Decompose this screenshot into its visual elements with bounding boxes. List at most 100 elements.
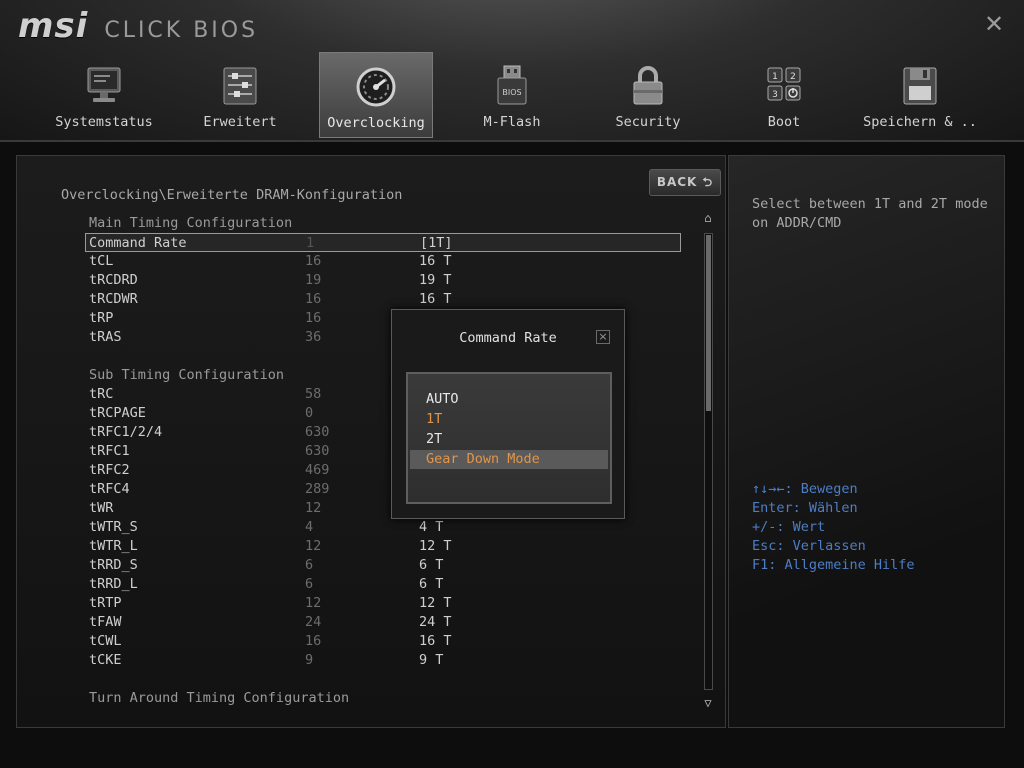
setting-value[interactable]: 12 T [419, 537, 452, 556]
scroll-down-icon[interactable]: ▽ [701, 696, 715, 710]
setting-current-value: 630 [305, 443, 330, 459]
tab-label: Systemstatus [55, 114, 153, 130]
setting-row-trtp[interactable]: tRTP 12 12 T [89, 594, 681, 613]
back-button-label: BACK [656, 175, 698, 189]
help-panel: Select between 1T and 2T mode on ADDR/CM… [728, 155, 1005, 728]
key-legend: ↑↓→←: Bewegen Enter: Wählen +/-: Wert Esc: … [752, 480, 915, 575]
tab-m-flash[interactable]: BIOS M-Flash [455, 52, 569, 138]
setting-current-value: 16 [305, 310, 322, 326]
tab-erweitert[interactable]: Erweitert [183, 52, 297, 138]
section-heading: Turn Around Timing Configuration [89, 689, 681, 708]
setting-current-value: 58 [305, 386, 322, 402]
back-button[interactable]: BACK ⮌ [649, 169, 721, 196]
section-title: Turn Around Timing Configuration [89, 690, 350, 706]
section-heading: Main Timing Configuration [89, 214, 681, 233]
setting-value[interactable]: 9 T [419, 651, 443, 670]
key-hint: F1: Allgemeine Hilfe [752, 557, 915, 573]
scroll-up-icon[interactable]: ⌂ [701, 211, 715, 225]
tab-overclocking[interactable]: Overclocking [319, 52, 433, 138]
setting-value[interactable]: 12 T [419, 594, 452, 613]
setting-name: tCKE [89, 652, 122, 668]
setting-value[interactable]: 19 T [419, 271, 452, 290]
setting-name: tRTP [89, 595, 122, 611]
key-hint: Esc: Verlassen [752, 538, 866, 554]
setting-name: tWR [89, 500, 114, 516]
option-auto[interactable]: AUTO [410, 390, 608, 409]
tab-label: Speichern & .. [863, 114, 977, 130]
setting-current-value: 24 [305, 614, 322, 630]
breadcrumb: Overclocking\Erweiterte DRAM-Konfigurati… [61, 187, 403, 203]
setting-current-value: 36 [305, 329, 322, 345]
setting-value[interactable]: 16 T [419, 252, 452, 271]
setting-row-trcdrd[interactable]: tRCDRD 19 19 T [89, 271, 681, 290]
main-tabs: Systemstatus Erweitert Overclocking BIOS M-F… [0, 52, 1024, 138]
tab-label: M-Flash [483, 114, 541, 130]
setting-current-value: 16 [305, 633, 322, 649]
scrollbar-thumb[interactable] [706, 235, 711, 411]
floppy-disk-icon [903, 67, 937, 105]
section-title: Main Timing Configuration [89, 215, 293, 231]
setting-current-value: 12 [305, 538, 322, 554]
setting-name: tRRD_S [89, 557, 138, 573]
option-1t[interactable]: 1T [410, 410, 608, 429]
setting-value[interactable]: 6 T [419, 556, 443, 575]
setting-current-value: 12 [305, 595, 322, 611]
setting-row-twtr-l[interactable]: tWTR_L 12 12 T [89, 537, 681, 556]
usb-bios-icon: BIOS [497, 65, 527, 105]
setting-name: tRFC2 [89, 462, 130, 478]
setting-row-command-rate[interactable]: Command Rate 1 [1T] [85, 233, 681, 252]
setting-value[interactable]: 4 T [419, 518, 443, 537]
tab-label: Overclocking [327, 115, 425, 131]
setting-current-value: 469 [305, 462, 330, 478]
setting-current-value: 0 [305, 405, 314, 421]
setting-name: tRC [89, 386, 114, 402]
scrollbar-track[interactable] [704, 233, 713, 690]
help-description: Select between 1T and 2T mode on ADDR/CM… [752, 196, 988, 231]
setting-current-value: 6 [305, 557, 314, 573]
setting-current-value: 289 [305, 481, 330, 497]
setting-row-trcdwr[interactable]: tRCDWR 16 16 T [89, 290, 681, 309]
svg-text:3: 3 [772, 90, 778, 100]
setting-name: tWTR_L [89, 538, 138, 554]
setting-row-tcke[interactable]: tCKE 9 9 T [89, 651, 681, 670]
tab-label: Boot [767, 114, 801, 130]
tab-systemstatus[interactable]: Systemstatus [47, 52, 161, 138]
setting-name: tRFC1/2/4 [89, 424, 163, 440]
setting-name: tFAW [89, 614, 122, 630]
setting-row-trrd-l[interactable]: tRRD_L 6 6 T [89, 575, 681, 594]
setting-name: tRFC4 [89, 481, 130, 497]
setting-value[interactable]: [1T] [420, 234, 453, 253]
setting-name: Command Rate [89, 235, 187, 251]
msi-logo: msi [18, 6, 89, 46]
option-2t[interactable]: 2T [410, 430, 608, 449]
option-list: AUTO 1T 2T Gear Down Mode [406, 372, 612, 504]
tab-speichern[interactable]: Speichern & .. [863, 52, 977, 138]
speedometer-icon [356, 67, 396, 107]
option-gear-down-mode[interactable]: Gear Down Mode [410, 450, 608, 469]
tab-boot[interactable]: 1 2 3 Boot [727, 52, 841, 138]
lock-icon [633, 66, 663, 105]
setting-value[interactable]: 16 T [419, 632, 452, 651]
key-hint: ↑↓→←: Bewegen [752, 481, 858, 497]
dialog-close-icon[interactable]: × [596, 330, 610, 344]
setting-current-value: 9 [305, 652, 314, 668]
tab-label: Erweitert [203, 114, 277, 130]
tab-label: Security [615, 114, 681, 130]
setting-row-tcl[interactable]: tCL 16 16 T [89, 252, 681, 271]
setting-row-tfaw[interactable]: tFAW 24 24 T [89, 613, 681, 632]
setting-current-value: 12 [305, 500, 322, 516]
setting-name: tRP [89, 310, 114, 326]
close-icon[interactable]: ✕ [982, 12, 1006, 36]
setting-row-twtr-s[interactable]: tWTR_S 4 4 T [89, 518, 681, 537]
tab-security[interactable]: Security [591, 52, 705, 138]
setting-value[interactable]: 16 T [419, 290, 452, 309]
setting-row-trrd-s[interactable]: tRRD_S 6 6 T [89, 556, 681, 575]
boot-keys-icon: 1 2 3 [767, 67, 801, 101]
msi-click-bios-logo: msi CLICK BIOS [18, 6, 258, 46]
setting-row-tcwl[interactable]: tCWL 16 16 T [89, 632, 681, 651]
setting-name: tRRD_L [89, 576, 138, 592]
setting-name: tRCDRD [89, 272, 138, 288]
setting-value[interactable]: 24 T [419, 613, 452, 632]
setting-value[interactable]: 6 T [419, 575, 443, 594]
command-rate-dialog: Command Rate × AUTO 1T 2T Gear Down Mode [391, 309, 625, 519]
